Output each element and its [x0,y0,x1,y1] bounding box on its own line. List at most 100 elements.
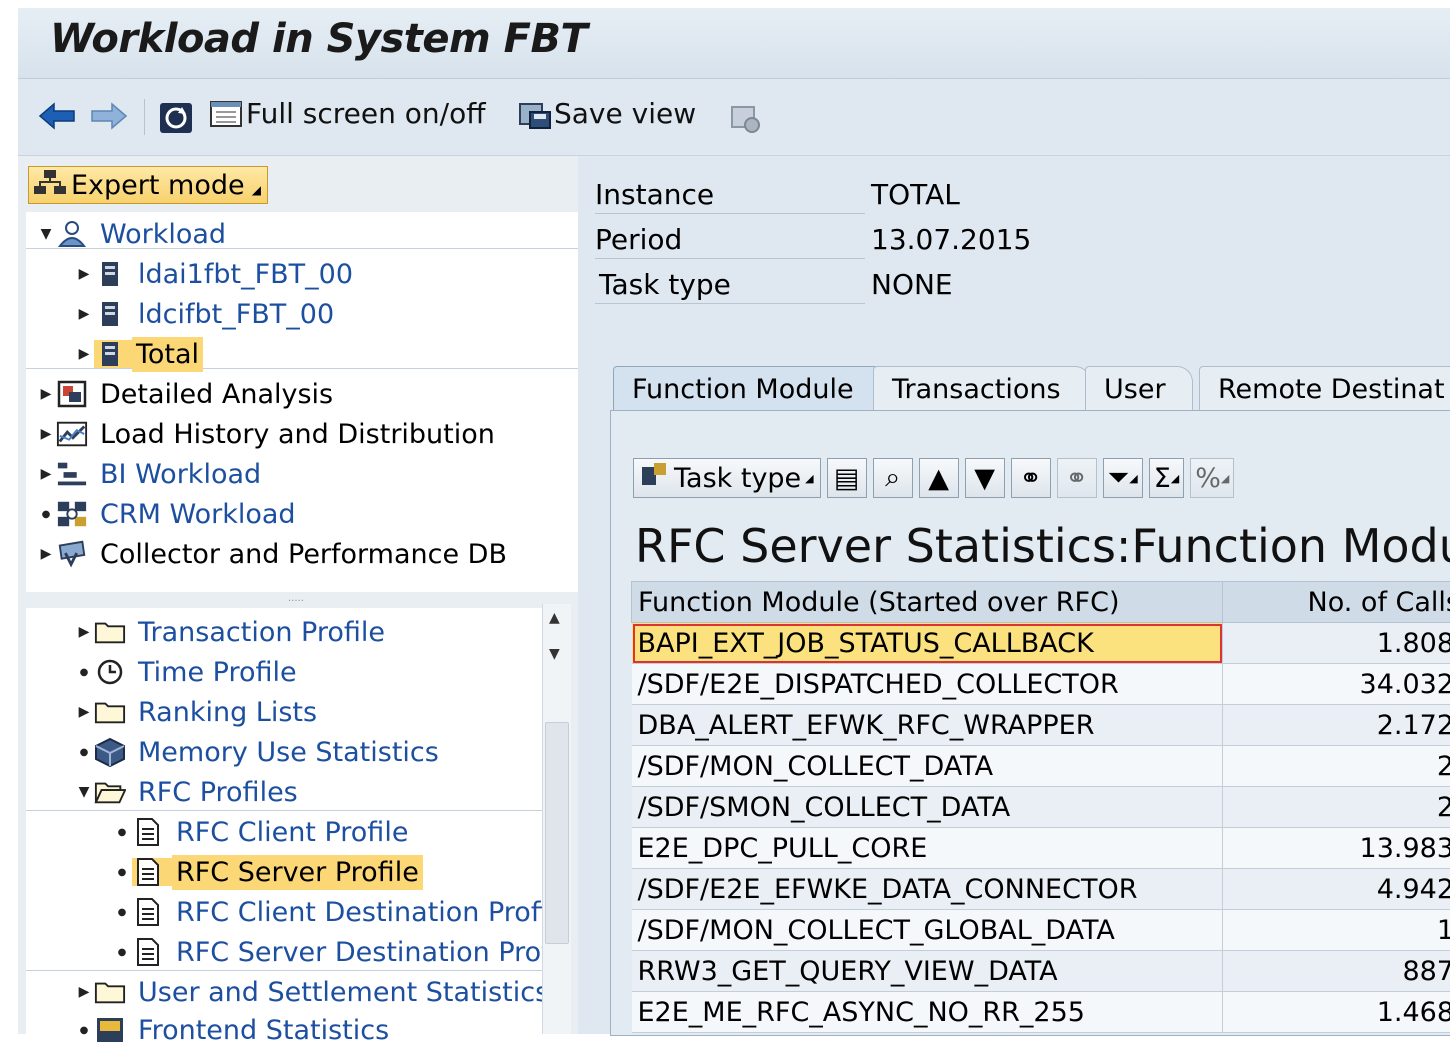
sort-ascending-button[interactable]: ▲ [919,458,959,498]
scrollbar-thumb[interactable] [545,722,569,944]
expand-icon[interactable]: ▶ [74,984,94,1000]
tab-user[interactable]: User [1085,366,1193,411]
tree-node-crm-workload[interactable]: ● CRM Workload [36,494,300,534]
folder-open-icon [94,778,126,806]
calls-cell[interactable]: 2.172 [1223,705,1450,746]
expand-icon[interactable]: ▶ [74,306,94,322]
expand-icon[interactable]: ▶ [74,346,94,362]
function-module-cell[interactable]: RRW3_GET_QUERY_VIEW_DATA [632,951,1223,992]
leaf-bullet: ● [112,827,132,838]
calls-cell[interactable]: 2 [1223,787,1450,828]
tree-node-collector[interactable]: ▶ Collector and Performance DB [36,534,511,574]
function-module-cell[interactable]: E2E_ME_RFC_ASYNC_NO_RR_255 [632,992,1223,1033]
table-row[interactable]: /SDF/MON_COLLECT_DATA2 [632,746,1450,787]
tree-node-rfc-client-profile[interactable]: ● RFC Client Profile [112,812,412,852]
calls-cell[interactable]: 4.942 [1223,869,1450,910]
find-button[interactable]: ⌕ [873,458,913,498]
function-module-cell[interactable]: /SDF/E2E_DISPATCHED_COLLECTOR [632,664,1223,705]
table-row[interactable]: RRW3_GET_QUERY_VIEW_DATA887 [632,951,1450,992]
tree-node-bi-workload[interactable]: ▶ BI Workload [36,454,265,494]
tree-scrollbar[interactable]: ▲ ▼ [542,604,571,1034]
window-title: Workload in System FBT [50,16,587,62]
tree-node-ldai1fbt[interactable]: ▶ ldai1fbt_FBT_00 [74,254,357,294]
table-row[interactable]: DBA_ALERT_EFWK_RFC_WRAPPER2.172 [632,705,1450,746]
expand-icon[interactable]: ▶ [74,624,94,640]
tree-node-frontend-statistics[interactable]: ● Frontend Statistics [74,1010,393,1050]
tree-node-memory-use[interactable]: ● Memory Use Statistics [74,732,443,772]
expand-icon[interactable]: ▶ [36,386,56,402]
sum-button[interactable]: Σ◢ [1149,458,1185,498]
tree-node-ldcifbt[interactable]: ▶ ldcifbt_FBT_00 [74,294,338,334]
tree-node-ranking-lists[interactable]: ▶ Ranking Lists [74,692,321,732]
expand-icon[interactable]: ▶ [74,266,94,282]
toolbar-separator [144,99,145,135]
sort-descending-button[interactable]: ▼ [965,458,1005,498]
tab-function-module[interactable]: Function Module [613,366,889,411]
tree-node-detailed-analysis[interactable]: ▶ Detailed Analysis [36,374,337,414]
expert-mode-button[interactable]: Expert mode ◢ [28,166,268,204]
workload-icon [56,220,88,248]
table-row[interactable]: /SDF/E2E_DISPATCHED_COLLECTOR34.032 [632,664,1450,705]
back-arrow-icon[interactable] [38,101,76,137]
column-header-calls[interactable]: No. of Calls [1223,582,1450,623]
navigation-panel: Expert mode ◢ ▼ Workload ▶ ldai1fbt_FBT_… [18,156,578,1034]
table-body: BAPI_EXT_JOB_STATUS_CALLBACK1.808/SDF/E2… [632,623,1450,1033]
binoculars-button[interactable]: ⚭ [1011,458,1051,498]
tree-node-rfc-profiles[interactable]: ▼ RFC Profiles [74,772,302,812]
refresh-icon[interactable] [158,101,194,141]
tree-label: ldai1fbt_FBT_00 [134,259,357,290]
expand-icon[interactable]: ▶ [74,704,94,720]
calls-cell[interactable]: 2 [1223,746,1450,787]
leaf-bullet: ● [112,907,132,918]
function-module-cell[interactable]: /SDF/E2E_EFWKE_DATA_CONNECTOR [632,869,1223,910]
calls-cell[interactable]: 13.983 [1223,828,1450,869]
sort-ascending-icon: ▲ [928,463,949,494]
calls-cell[interactable]: 34.032 [1223,664,1450,705]
collapse-icon[interactable]: ▼ [74,784,94,800]
tree-node-load-history[interactable]: ▶ Load History and Distribution [36,414,499,454]
tab-remote-destination[interactable]: Remote Destinat [1199,366,1450,411]
tree-node-transaction-profile[interactable]: ▶ Transaction Profile [74,612,389,652]
function-module-cell[interactable]: /SDF/MON_COLLECT_DATA [632,746,1223,787]
table-row[interactable]: E2E_DPC_PULL_CORE13.983 [632,828,1450,869]
details-button[interactable]: ▤ [827,458,867,498]
table-row[interactable]: /SDF/SMON_COLLECT_DATA2 [632,787,1450,828]
function-module-cell[interactable]: /SDF/SMON_COLLECT_DATA [632,787,1223,828]
calls-cell[interactable]: 1.808 [1223,623,1450,664]
scroll-down-icon[interactable]: ▼ [549,646,560,662]
function-module-cell[interactable]: DBA_ALERT_EFWK_RFC_WRAPPER [632,705,1223,746]
tree-node-workload[interactable]: ▼ Workload [36,214,230,254]
task-type-button[interactable]: Task type ◢ [633,458,821,498]
function-module-cell[interactable]: BAPI_EXT_JOB_STATUS_CALLBACK [632,623,1223,664]
tree-node-total[interactable]: ▶ Total [74,334,203,374]
table-row[interactable]: /SDF/MON_COLLECT_GLOBAL_DATA1 [632,910,1450,951]
tab-transactions[interactable]: Transactions [873,366,1091,411]
forward-arrow-icon[interactable] [90,101,128,137]
filter-button[interactable]: ⏷◢ [1103,458,1143,498]
find-next-button[interactable]: ⚭ [1057,458,1097,498]
table-row[interactable]: BAPI_EXT_JOB_STATUS_CALLBACK1.808 [632,623,1450,664]
tree-node-rfc-server-profile[interactable]: ● RFC Server Profile [112,852,423,892]
table-row[interactable]: /SDF/E2E_EFWKE_DATA_CONNECTOR4.942 [632,869,1450,910]
tree-node-rfc-server-destination[interactable]: ● RFC Server Destination Prof [112,932,555,972]
collapse-icon[interactable]: ▼ [36,226,56,242]
calls-cell[interactable]: 1 [1223,910,1450,951]
splitter-handle[interactable]: ····· [288,596,304,607]
expand-icon[interactable]: ▶ [36,546,56,562]
expand-icon[interactable]: ▶ [36,466,56,482]
save-view-button[interactable]: Save view [518,97,696,130]
calls-cell[interactable]: 887 [1223,951,1450,992]
tree-node-user-settlement[interactable]: ▶ User and Settlement Statistics [74,972,553,1012]
full-screen-button[interactable]: Full screen on/off [210,97,486,130]
tree-node-rfc-client-destination[interactable]: ● RFC Client Destination Profi [112,892,552,932]
scroll-up-icon[interactable]: ▲ [549,610,560,626]
tree-node-time-profile[interactable]: ● Time Profile [74,652,301,692]
function-module-cell[interactable]: E2E_DPC_PULL_CORE [632,828,1223,869]
table-row[interactable]: E2E_ME_RFC_ASYNC_NO_RR_2551.468 [632,992,1450,1033]
function-module-cell[interactable]: /SDF/MON_COLLECT_GLOBAL_DATA [632,910,1223,951]
column-header-function-module[interactable]: Function Module (Started over RFC) [632,582,1223,623]
expand-icon[interactable]: ▶ [36,426,56,442]
subtotal-button[interactable]: %◢ [1190,458,1234,498]
calls-cell[interactable]: 1.468 [1223,992,1450,1033]
settings-icon[interactable] [728,103,764,141]
